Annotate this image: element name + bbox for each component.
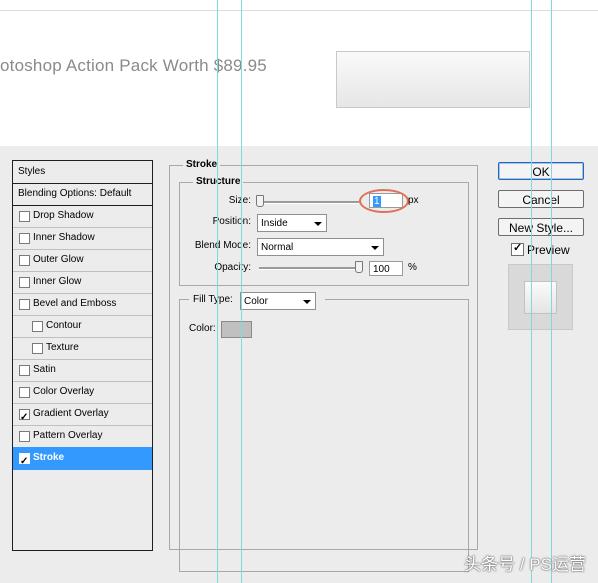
blend-mode-value: Normal <box>261 242 294 253</box>
style-checkbox[interactable] <box>19 299 30 310</box>
fill-type-value: Color <box>244 296 268 307</box>
style-item-drop-shadow[interactable]: Drop Shadow <box>13 205 152 228</box>
position-select[interactable]: Inside <box>257 214 327 232</box>
style-item-label: Stroke <box>33 452 65 463</box>
style-checkbox[interactable] <box>19 407 30 429</box>
stroke-group-right-border <box>477 165 478 549</box>
style-item-gradient-overlay[interactable]: Gradient Overlay <box>13 403 152 429</box>
style-item-label: Texture <box>46 342 79 353</box>
style-item-label: Inner Shadow <box>33 232 95 243</box>
chevron-down-icon <box>371 246 379 250</box>
color-swatch[interactable] <box>221 321 252 338</box>
opacity-unit: % <box>408 262 417 273</box>
style-item-texture[interactable]: Texture <box>13 337 152 360</box>
style-item-blending-options-default[interactable]: Blending Options: Default <box>13 183 152 206</box>
style-item-label: Bevel and Emboss <box>33 298 117 309</box>
fill-group <box>179 299 469 572</box>
fill-type-select[interactable]: Color <box>240 292 316 310</box>
style-item-outer-glow[interactable]: Outer Glow <box>13 249 152 272</box>
guide-line <box>531 0 532 583</box>
style-checkbox[interactable] <box>19 277 30 288</box>
color-label: Color: <box>189 323 216 334</box>
style-item-label: Drop Shadow <box>33 210 94 221</box>
style-checkbox[interactable] <box>32 343 43 354</box>
style-item-color-overlay[interactable]: Color Overlay <box>13 381 152 404</box>
style-item-bevel-and-emboss[interactable]: Bevel and Emboss <box>13 293 152 316</box>
style-checkbox[interactable] <box>19 233 30 244</box>
style-item-label: Gradient Overlay <box>33 408 109 419</box>
preview-label: Preview <box>527 243 570 257</box>
style-checkbox[interactable] <box>19 451 30 473</box>
size-label: Size: <box>228 195 251 206</box>
style-checkbox[interactable] <box>19 211 30 222</box>
stroke-title: Stroke <box>183 159 221 170</box>
guide-line <box>217 0 218 583</box>
position-value: Inside <box>261 218 288 229</box>
opacity-input[interactable]: 100 <box>369 261 403 276</box>
style-item-stroke[interactable]: Stroke <box>13 447 152 473</box>
style-item-satin[interactable]: Satin <box>13 359 152 382</box>
preview-thumbnail <box>508 264 573 330</box>
style-item-label: Outer Glow <box>33 254 84 265</box>
blend-mode-select[interactable]: Normal <box>257 238 384 256</box>
style-checkbox[interactable] <box>32 321 43 332</box>
canvas-banner-text: otoshop Action Pack Worth $89.95 <box>0 56 267 75</box>
guide-line <box>241 0 242 583</box>
styles-list-panel: Styles Blending Options: Default Drop Sha… <box>12 160 153 551</box>
style-checkbox[interactable] <box>19 387 30 398</box>
checkmark-icon: ✓ <box>513 242 523 254</box>
style-item-inner-shadow[interactable]: Inner Shadow <box>13 227 152 250</box>
opacity-input-value: 100 <box>373 264 390 275</box>
canvas-gradient-box <box>336 51 530 108</box>
styles-header[interactable]: Styles <box>13 161 152 184</box>
style-item-pattern-overlay[interactable]: Pattern Overlay <box>13 425 152 448</box>
style-item-label: Color Overlay <box>33 386 95 397</box>
guide-line <box>551 0 552 583</box>
style-checkbox[interactable] <box>19 255 30 266</box>
size-slider-thumb[interactable] <box>256 195 264 207</box>
structure-title: Structure <box>193 176 244 187</box>
styles-header-label: Styles <box>18 166 46 177</box>
fill-type-label: Fill Type: <box>193 294 233 305</box>
chevron-down-icon <box>314 222 322 226</box>
new-style-button[interactable]: New Style... <box>498 218 584 236</box>
layer-style-dialog: Styles Blending Options: Default Drop Sha… <box>0 146 598 583</box>
style-item-inner-glow[interactable]: Inner Glow <box>13 271 152 294</box>
chevron-down-icon <box>303 300 311 304</box>
preview-checkbox[interactable]: ✓ <box>511 242 524 256</box>
style-item-label: Contour <box>46 320 82 331</box>
style-item-label: Pattern Overlay <box>33 430 103 441</box>
preview-swatch <box>524 281 557 314</box>
watermark-text: 头条号 / PS运营 <box>464 555 586 574</box>
opacity-label: Opacity: <box>214 262 251 273</box>
size-slider-track[interactable] <box>259 201 359 204</box>
style-checkbox[interactable] <box>19 365 30 376</box>
opacity-slider-thumb[interactable] <box>355 261 363 273</box>
cancel-button[interactable]: Cancel <box>498 190 584 208</box>
highlight-circle <box>359 189 409 213</box>
size-unit: px <box>408 195 419 206</box>
blend-mode-label: Blend Mode: <box>194 240 251 251</box>
style-item-label: Blending Options: Default <box>18 188 132 199</box>
style-item-label: Inner Glow <box>33 276 82 287</box>
position-label: Position: <box>212 216 251 227</box>
style-item-label: Satin <box>33 364 56 375</box>
canvas-top-line <box>0 10 598 11</box>
style-checkbox[interactable] <box>19 431 30 442</box>
style-item-contour[interactable]: Contour <box>13 315 152 338</box>
ok-button[interactable]: OK <box>498 162 584 180</box>
opacity-slider-track[interactable] <box>259 267 360 270</box>
